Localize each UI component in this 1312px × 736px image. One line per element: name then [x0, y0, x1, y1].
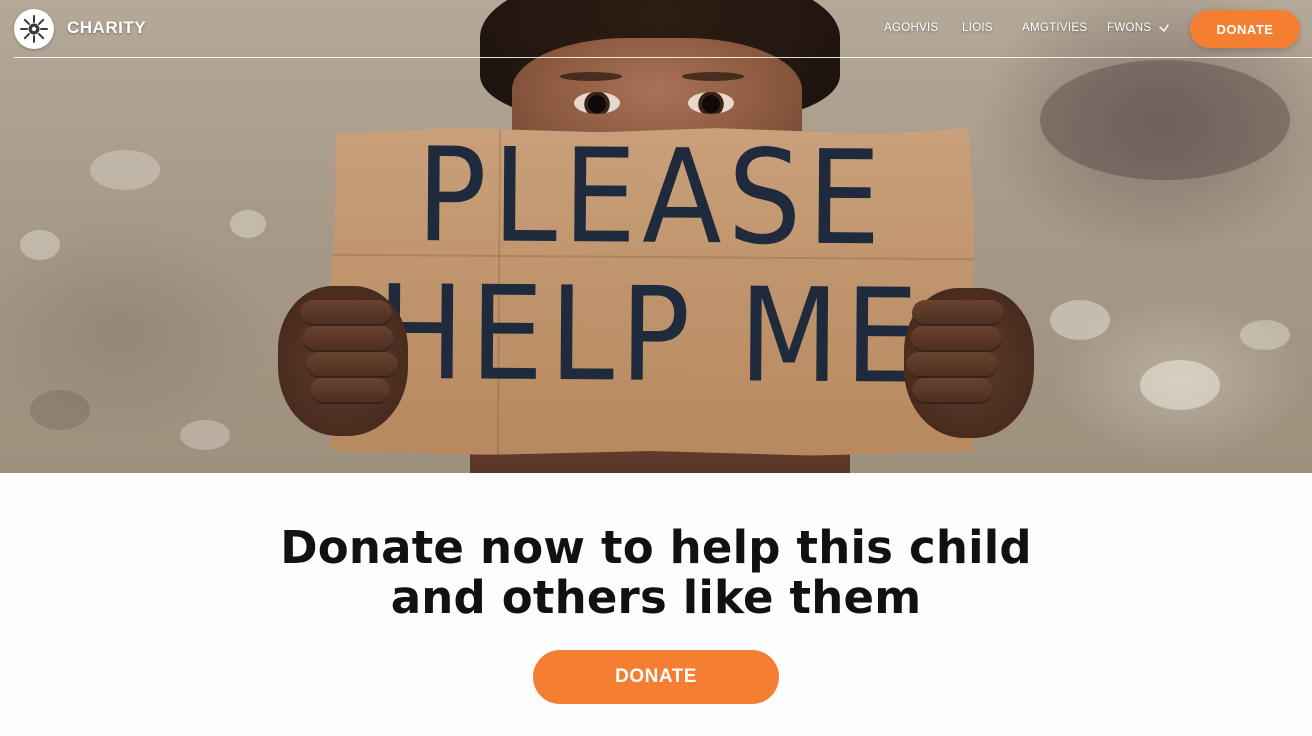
headline-line-2: and others like them — [390, 571, 922, 624]
nav-divider — [14, 57, 1312, 58]
child-brow-left — [560, 72, 622, 81]
nav-link-4[interactable]: FWONS — [1107, 22, 1151, 34]
donate-cta-button[interactable]: DONATE — [533, 650, 779, 704]
nav-link-1[interactable]: AGOHVIS — [884, 22, 939, 34]
brand-name[interactable]: CHARITY — [67, 18, 146, 38]
chevron-down-icon[interactable] — [1158, 22, 1170, 34]
sun-emblem-icon[interactable] — [14, 9, 54, 49]
donation-section: Donate now to help this child and others… — [0, 473, 1312, 736]
page-headline: Donate now to help this child and others… — [256, 523, 1056, 623]
nav-link-2[interactable]: LIOIS — [962, 22, 993, 34]
sign-text-line-2: HELP ME — [376, 257, 925, 413]
child-brow-right — [682, 72, 744, 81]
child-eye-right — [688, 92, 734, 114]
cardboard-sign: PLEASE HELP ME — [327, 124, 975, 459]
nav-link-3[interactable]: AMGTIVIES — [1022, 22, 1087, 34]
sign-text-line-1: PLEASE — [416, 120, 888, 275]
child-eye-left — [574, 92, 620, 114]
top-navbar: CHARITY AGOHVIS LIOIS AMGTIVIES FWONS DO… — [0, 0, 1312, 58]
hero-photo: PLEASE HELP ME — [0, 0, 1312, 473]
nav-donate-button[interactable]: DONATE — [1190, 10, 1300, 48]
headline-line-1: Donate now to help this child — [280, 521, 1032, 574]
